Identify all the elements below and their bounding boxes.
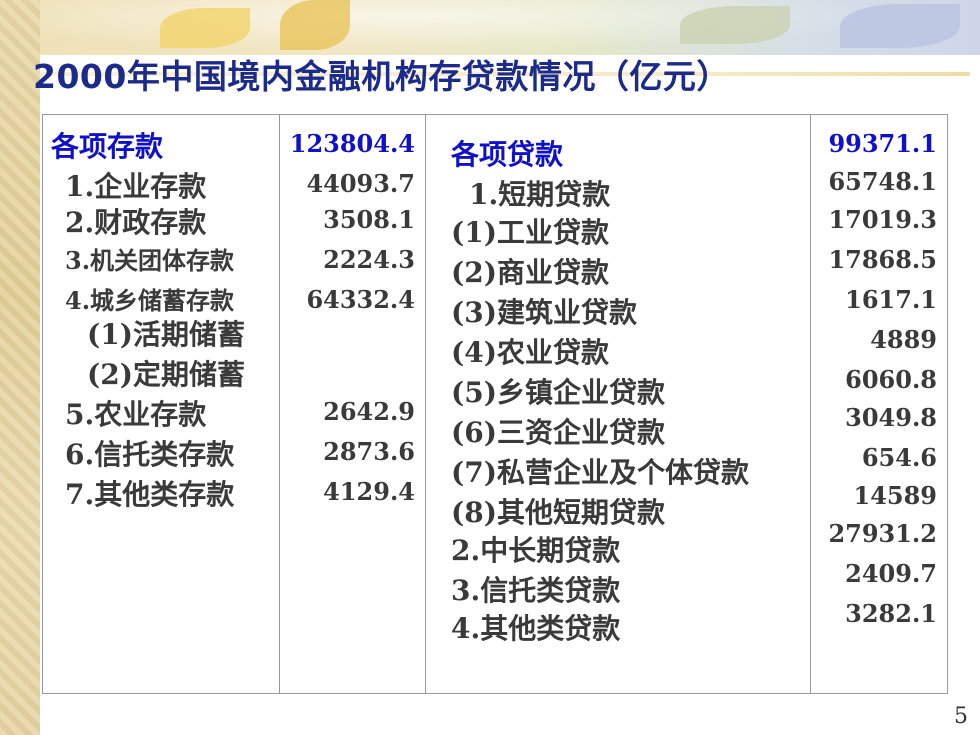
column-divider: [279, 115, 280, 693]
loan-item-value: 17019.3: [828, 205, 937, 234]
leaf-decoration: [160, 8, 250, 48]
deposit-item-value: 2224.3: [323, 245, 415, 274]
loan-item-value: 6060.8: [845, 365, 937, 394]
deposit-item-value: 123804.4: [289, 129, 415, 158]
deposit-loan-table: 各项存款 1.企业存款 2.财政存款 3.机关团体存款 4.城乡储蓄存款 (1)活期储蓄 (…: [42, 114, 948, 694]
deposit-item-label: 4.城乡储蓄存款: [65, 286, 235, 315]
loan-item-label: (6)三资企业贷款: [451, 416, 665, 449]
loan-item-value: 3282.1: [845, 599, 937, 628]
slide-title: 2000年中国境内金融机构存贷款情况（亿元）: [33, 57, 730, 96]
deposit-item-label: 2.财政存款: [65, 206, 207, 239]
loan-item-value: 65748.1: [828, 167, 937, 196]
decorative-left-strip: [0, 0, 40, 735]
loan-item-label: (5)乡镇企业贷款: [451, 376, 665, 409]
deposit-item-label: (2)定期储蓄: [87, 358, 245, 391]
leaf-decoration: [280, 0, 350, 50]
deposit-item-value: 3508.1: [323, 205, 415, 234]
loan-item-label: (2)商业贷款: [451, 256, 609, 289]
loan-item-value: 3049.8: [845, 403, 937, 432]
loan-item-value: 17868.5: [828, 245, 937, 274]
loan-item-value: 99371.1: [828, 129, 937, 158]
loan-item-value: 2409.7: [845, 559, 937, 588]
loan-item-value: 27931.2: [828, 519, 937, 548]
deposit-item-value: 4129.4: [323, 477, 415, 506]
deposit-item-value: 44093.7: [306, 169, 415, 198]
loan-item-label: (7)私营企业及个体贷款: [451, 456, 749, 489]
column-divider: [810, 115, 811, 693]
leaf-decoration: [840, 4, 960, 48]
loan-item-label: (3)建筑业贷款: [451, 296, 637, 329]
deposit-item-label: 3.机关团体存款: [65, 246, 235, 275]
deposit-item-label: (1)活期储蓄: [87, 318, 245, 351]
loan-item-label: (1)工业贷款: [451, 216, 609, 249]
decorative-top-banner: [40, 0, 980, 55]
deposit-item-label: 7.其他类存款: [65, 478, 235, 511]
deposit-item-value: 64332.4: [306, 285, 415, 314]
column-divider: [425, 115, 426, 693]
loan-item-value: 654.6: [861, 443, 937, 472]
loan-item-label: 3.信托类贷款: [451, 574, 621, 607]
loan-item-label: 2.中长期贷款: [451, 534, 621, 567]
deposit-item-value: 2873.6: [323, 437, 415, 466]
deposit-item-label: 5.农业存款: [65, 398, 207, 431]
deposit-item-label: 6.信托类存款: [65, 438, 235, 471]
deposit-item-value: 2642.9: [323, 397, 415, 426]
leaf-decoration: [680, 6, 790, 44]
deposit-item-label: 各项存款: [51, 130, 164, 163]
loan-item-label: (4)农业贷款: [451, 336, 609, 369]
loan-item-label: (8)其他短期贷款: [451, 496, 665, 529]
loan-item-label: 各项贷款: [451, 138, 564, 171]
loan-item-value: 14589: [853, 481, 938, 510]
loan-item-value: 1617.1: [845, 285, 937, 314]
deposit-item-label: 1.企业存款: [65, 170, 207, 203]
loan-item-label: 1.短期贷款: [469, 178, 611, 211]
loan-item-value: 4889: [870, 325, 937, 354]
loan-item-label: 4.其他类贷款: [451, 612, 621, 645]
page-number: 5: [954, 704, 968, 729]
